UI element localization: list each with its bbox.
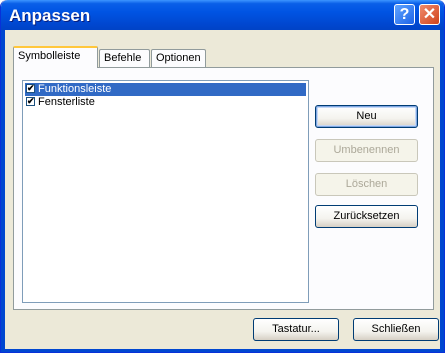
list-item[interactable]: ✔ Fensterliste (25, 96, 306, 109)
close-window-button[interactable]: ✕ (419, 4, 440, 25)
customize-dialog: Anpassen ? ✕ Symbolleiste Befehle Option… (0, 0, 445, 353)
tab-befehle[interactable]: Befehle (99, 49, 150, 67)
keyboard-button[interactable]: Tastatur... (253, 318, 339, 341)
window-border-right (440, 30, 444, 352)
close-button[interactable]: Schließen (353, 318, 439, 341)
list-item-label: Fensterliste (38, 96, 95, 108)
tab-symbolleiste[interactable]: Symbolleiste (13, 46, 98, 68)
help-button[interactable]: ? (394, 4, 415, 25)
tab-panel: ✔ Funktionsleiste ✔ Fensterliste Neu Umb… (13, 67, 434, 310)
window-border-bottom (1, 349, 444, 352)
rename-button[interactable]: Umbenennen (315, 139, 418, 162)
list-item[interactable]: ✔ Funktionsleiste (25, 83, 306, 96)
list-item-label: Funktionsleiste (38, 83, 112, 95)
window-title: Anpassen (9, 6, 91, 25)
toolbar-list[interactable]: ✔ Funktionsleiste ✔ Fensterliste (22, 80, 309, 303)
checkbox-checked-icon[interactable]: ✔ (26, 84, 35, 93)
tab-optionen[interactable]: Optionen (151, 49, 206, 67)
delete-button[interactable]: Löschen (315, 173, 418, 196)
new-button[interactable]: Neu (315, 105, 418, 128)
window-border-left (1, 30, 5, 352)
reset-button[interactable]: Zurücksetzen (315, 205, 418, 228)
checkbox-checked-icon[interactable]: ✔ (26, 97, 35, 106)
title-bar[interactable]: Anpassen ? ✕ (1, 0, 444, 30)
